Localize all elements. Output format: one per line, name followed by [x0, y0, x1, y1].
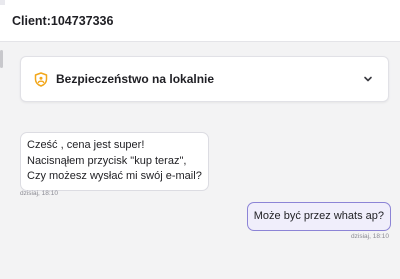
security-info-panel[interactable]: Bezpieczeństwo na lokalnie	[20, 56, 389, 102]
incoming-message-bubble: Cześć , cena jest super! Nacisnąłem przy…	[20, 132, 209, 191]
message-timestamp: dzisiaj, 18:10	[20, 190, 58, 197]
outgoing-message-bubble: Może być przez whats ap?	[246, 202, 391, 231]
message-line: Cześć , cena jest super!	[27, 139, 145, 151]
shield-user-icon	[33, 71, 49, 87]
message-timestamp: dzisiaj, 18:10	[351, 233, 389, 240]
top-bar: Client:104737336	[0, 0, 400, 42]
scrollbar-handle[interactable]	[0, 50, 3, 68]
client-id-label: Client:104737336	[12, 13, 114, 28]
security-panel-title: Bezpieczeństwo na lokalnie	[56, 72, 215, 86]
chevron-down-icon[interactable]	[362, 72, 374, 84]
corner-accent	[0, 0, 5, 5]
message-line: Nacisnąłem przycisk "kup teraz",	[27, 154, 187, 167]
message-line: Czy możesz wysłać mi swój e-mail?	[27, 170, 202, 182]
